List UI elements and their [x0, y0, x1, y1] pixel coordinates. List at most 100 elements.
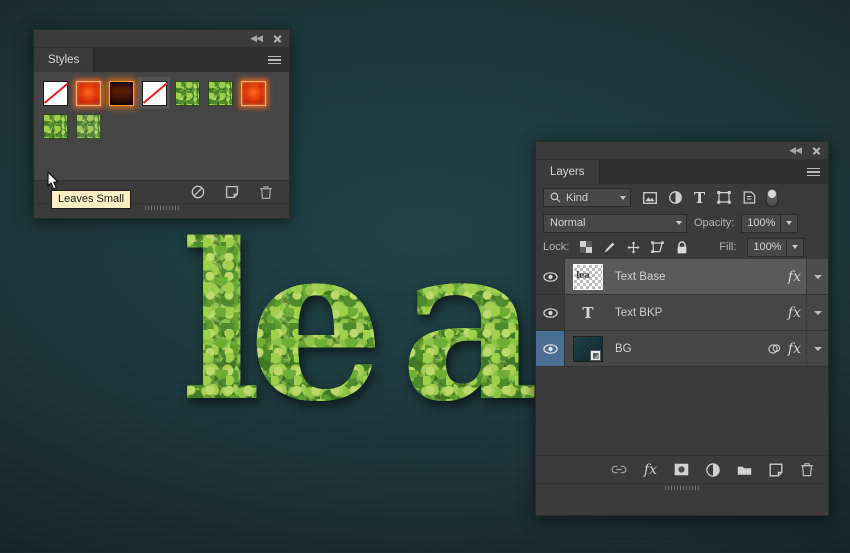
- panel-menu-icon[interactable]: [265, 48, 289, 72]
- layer-fx-group: fx: [768, 341, 806, 357]
- fill-input[interactable]: 100%: [747, 238, 787, 257]
- style-swatch-none-2[interactable]: [138, 77, 170, 109]
- delete-layer-icon[interactable]: [800, 462, 814, 477]
- link-layers-icon[interactable]: [611, 464, 627, 475]
- style-swatch-red-glow-1[interactable]: [72, 77, 104, 109]
- opacity-stepper[interactable]: [781, 214, 798, 233]
- layers-tab-row: Layers: [536, 160, 828, 184]
- styles-swatch-grid: [39, 77, 289, 143]
- tab-layers-label: Layers: [550, 166, 585, 178]
- styles-panel-titlebar: ◀◀: [34, 30, 289, 48]
- tab-layers[interactable]: Layers: [536, 160, 600, 184]
- layers-panel-body: Kind: [536, 184, 828, 492]
- style-swatch-none-1[interactable]: [39, 77, 71, 109]
- eye-icon: [543, 308, 558, 318]
- layers-panel-footer: fx: [536, 455, 828, 483]
- lock-transparency-icon[interactable]: [580, 241, 592, 253]
- fill-label: Fill:: [719, 241, 736, 253]
- artwork-letter-a: a: [400, 215, 537, 430]
- layer-fx-group: fx: [788, 269, 806, 285]
- style-swatch-leaves-2[interactable]: [204, 77, 236, 109]
- layer-visibility-toggle[interactable]: [536, 331, 565, 366]
- layer-name-text-bkp[interactable]: Text BKP: [611, 307, 788, 319]
- table-row[interactable]: T Text BKP fx: [536, 295, 828, 331]
- style-tooltip-label: Leaves Small: [58, 193, 124, 205]
- smart-filter-icon[interactable]: [768, 343, 782, 355]
- tab-styles-label: Styles: [48, 54, 79, 66]
- chevron-down-icon: [676, 221, 682, 225]
- styles-tab-filler: [94, 48, 265, 72]
- add-layer-style-icon[interactable]: fx: [644, 462, 657, 478]
- artwork-letter-e: e: [248, 215, 383, 430]
- style-swatch-leaves-small[interactable]: [39, 110, 71, 142]
- layer-effects-fx-icon[interactable]: fx: [788, 341, 801, 357]
- smart-object-badge-icon: [590, 350, 601, 361]
- blend-mode-value: Normal: [550, 217, 676, 229]
- opacity-input[interactable]: 100%: [741, 214, 781, 233]
- layer-expand-toggle[interactable]: [806, 259, 828, 294]
- lock-label: Lock:: [543, 241, 569, 253]
- opacity-label: Opacity:: [694, 217, 734, 229]
- new-adjustment-layer-icon[interactable]: [706, 463, 720, 477]
- layer-filter-type-icons: T: [643, 189, 756, 207]
- layer-thumbnail[interactable]: [565, 336, 611, 362]
- style-swatch-leaves-1[interactable]: [171, 77, 203, 109]
- blend-mode-select[interactable]: Normal: [543, 214, 687, 233]
- styles-swatch-area: Leaves Small: [34, 72, 289, 180]
- table-row[interactable]: BG fx: [536, 331, 828, 367]
- layer-list: lea Text Base fx: [536, 259, 828, 455]
- layer-effects-fx-icon[interactable]: fx: [788, 305, 801, 321]
- new-group-icon[interactable]: [737, 464, 752, 476]
- lock-image-icon[interactable]: [603, 241, 616, 254]
- eye-icon: [543, 344, 558, 354]
- style-swatch-dark-glow[interactable]: [105, 77, 137, 109]
- delete-style-icon[interactable]: [259, 185, 273, 200]
- lock-artboard-icon[interactable]: [651, 241, 665, 254]
- layer-visibility-toggle[interactable]: [536, 259, 565, 294]
- fill-stepper[interactable]: [787, 238, 804, 257]
- shape-filter-icon[interactable]: [717, 191, 731, 204]
- filter-enable-toggle[interactable]: [766, 188, 778, 207]
- new-layer-icon[interactable]: [769, 463, 783, 477]
- layer-thumbnail[interactable]: T: [565, 304, 611, 322]
- style-swatch-leaves-pale[interactable]: [72, 110, 104, 142]
- lock-position-icon[interactable]: [627, 241, 640, 254]
- double-chevron-left-icon[interactable]: ◀◀: [789, 146, 801, 155]
- layer-name-text-base[interactable]: Text Base: [611, 271, 788, 283]
- layer-expand-toggle[interactable]: [806, 295, 828, 330]
- layer-effects-fx-icon[interactable]: fx: [788, 269, 801, 285]
- layer-visibility-toggle[interactable]: [536, 295, 565, 330]
- lock-all-icon[interactable]: [676, 241, 688, 254]
- chevron-down-icon: [814, 311, 822, 315]
- image-filter-icon[interactable]: [643, 192, 657, 204]
- lock-row: Lock:: [536, 235, 828, 259]
- add-layer-mask-icon[interactable]: [674, 463, 689, 476]
- chevron-down-icon: [620, 196, 626, 200]
- panel-menu-icon[interactable]: [804, 160, 828, 184]
- style-tooltip: Leaves Small: [51, 190, 131, 209]
- layer-expand-toggle[interactable]: [806, 331, 828, 366]
- type-layer-icon: T: [582, 304, 593, 322]
- smart-object-filter-icon[interactable]: [743, 191, 756, 204]
- style-swatch-red-glow-2[interactable]: [237, 77, 269, 109]
- search-icon: [550, 192, 561, 203]
- clear-style-icon[interactable]: [191, 185, 205, 199]
- close-icon[interactable]: [273, 34, 282, 43]
- double-chevron-left-icon[interactable]: ◀◀: [250, 34, 262, 43]
- eye-icon: [543, 272, 558, 282]
- layer-name-bg[interactable]: BG: [611, 343, 768, 355]
- layers-panel-resize-grip[interactable]: [536, 483, 828, 492]
- close-icon[interactable]: [812, 146, 821, 155]
- photoshop-workspace: l e a ◀◀ Styles: [0, 0, 850, 553]
- adjustment-filter-icon[interactable]: [669, 191, 682, 204]
- new-style-icon[interactable]: [225, 185, 239, 199]
- layer-filter-row: Kind: [536, 184, 828, 211]
- chevron-down-icon: [814, 275, 822, 279]
- styles-tab-row: Styles: [34, 48, 289, 72]
- type-filter-icon[interactable]: T: [694, 189, 705, 207]
- table-row[interactable]: lea Text Base fx: [536, 259, 828, 295]
- layer-thumbnail[interactable]: lea: [565, 264, 611, 290]
- tab-styles[interactable]: Styles: [34, 48, 94, 72]
- layer-filter-kind-select[interactable]: Kind: [543, 188, 631, 207]
- blend-mode-row: Normal Opacity: 100%: [536, 211, 828, 235]
